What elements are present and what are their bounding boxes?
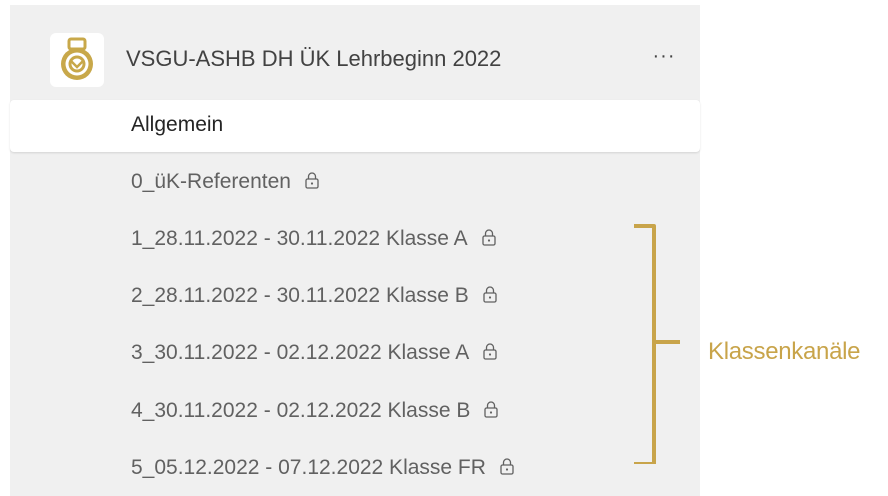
channel-item[interactable]: 2_28.11.2022 - 30.11.2022 Klasse B bbox=[10, 271, 700, 323]
channel-label: 4_30.11.2022 - 02.12.2022 Klasse B bbox=[131, 399, 499, 423]
channel-list-panel: VSGU-ASHB DH ÜK Lehrbeginn 2022 ··· Allg… bbox=[10, 5, 700, 496]
channel-label-text: 0_üK-Referenten bbox=[131, 170, 291, 193]
channel-item[interactable]: 3_30.11.2022 - 02.12.2022 Klasse A bbox=[10, 328, 700, 380]
channel-item[interactable]: Allgemein bbox=[10, 100, 700, 152]
channel-label: 2_28.11.2022 - 30.11.2022 Klasse B bbox=[131, 284, 497, 308]
lock-icon bbox=[305, 172, 319, 189]
channel-label: 1_28.11.2022 - 30.11.2022 Klasse A bbox=[131, 227, 496, 251]
channel-label-text: 4_30.11.2022 - 02.12.2022 Klasse B bbox=[131, 399, 471, 422]
channel-item[interactable]: 4_30.11.2022 - 02.12.2022 Klasse B bbox=[10, 386, 700, 438]
team-name: VSGU-ASHB DH ÜK Lehrbeginn 2022 bbox=[126, 46, 502, 71]
bracket-annotation bbox=[634, 224, 680, 464]
lock-icon bbox=[483, 343, 497, 360]
page: VSGU-ASHB DH ÜK Lehrbeginn 2022 ··· Allg… bbox=[0, 0, 888, 496]
channel-label-text: 1_28.11.2022 - 30.11.2022 Klasse A bbox=[131, 227, 468, 250]
annotation-label: Klassenkanäle bbox=[708, 338, 861, 365]
team-header[interactable]: VSGU-ASHB DH ÜK Lehrbeginn 2022 ··· bbox=[10, 25, 700, 93]
more-options-button[interactable]: ··· bbox=[648, 39, 680, 73]
channel-label-text: 3_30.11.2022 - 02.12.2022 Klasse A bbox=[131, 341, 470, 364]
lock-icon bbox=[500, 458, 514, 475]
channel-label: Allgemein bbox=[131, 113, 223, 137]
channel-item[interactable]: 5_05.12.2022 - 07.12.2022 Klasse FR bbox=[10, 443, 700, 495]
channel-label: 5_05.12.2022 - 07.12.2022 Klasse FR bbox=[131, 456, 514, 480]
lock-icon bbox=[483, 286, 497, 303]
channel-label-text: Allgemein bbox=[131, 113, 224, 136]
channel-item[interactable]: 0_üK-Referenten bbox=[10, 157, 700, 209]
channel-label-text: 2_28.11.2022 - 30.11.2022 Klasse B bbox=[131, 284, 469, 307]
gold-ring-logo-icon bbox=[50, 33, 104, 87]
channel-item[interactable]: 1_28.11.2022 - 30.11.2022 Klasse A bbox=[10, 214, 700, 266]
lock-icon bbox=[482, 229, 496, 246]
channel-label: 3_30.11.2022 - 02.12.2022 Klasse A bbox=[131, 341, 497, 365]
channel-label-text: 5_05.12.2022 - 07.12.2022 Klasse FR bbox=[131, 456, 486, 479]
lock-icon bbox=[484, 401, 499, 418]
channel-label: 0_üK-Referenten bbox=[131, 170, 319, 194]
